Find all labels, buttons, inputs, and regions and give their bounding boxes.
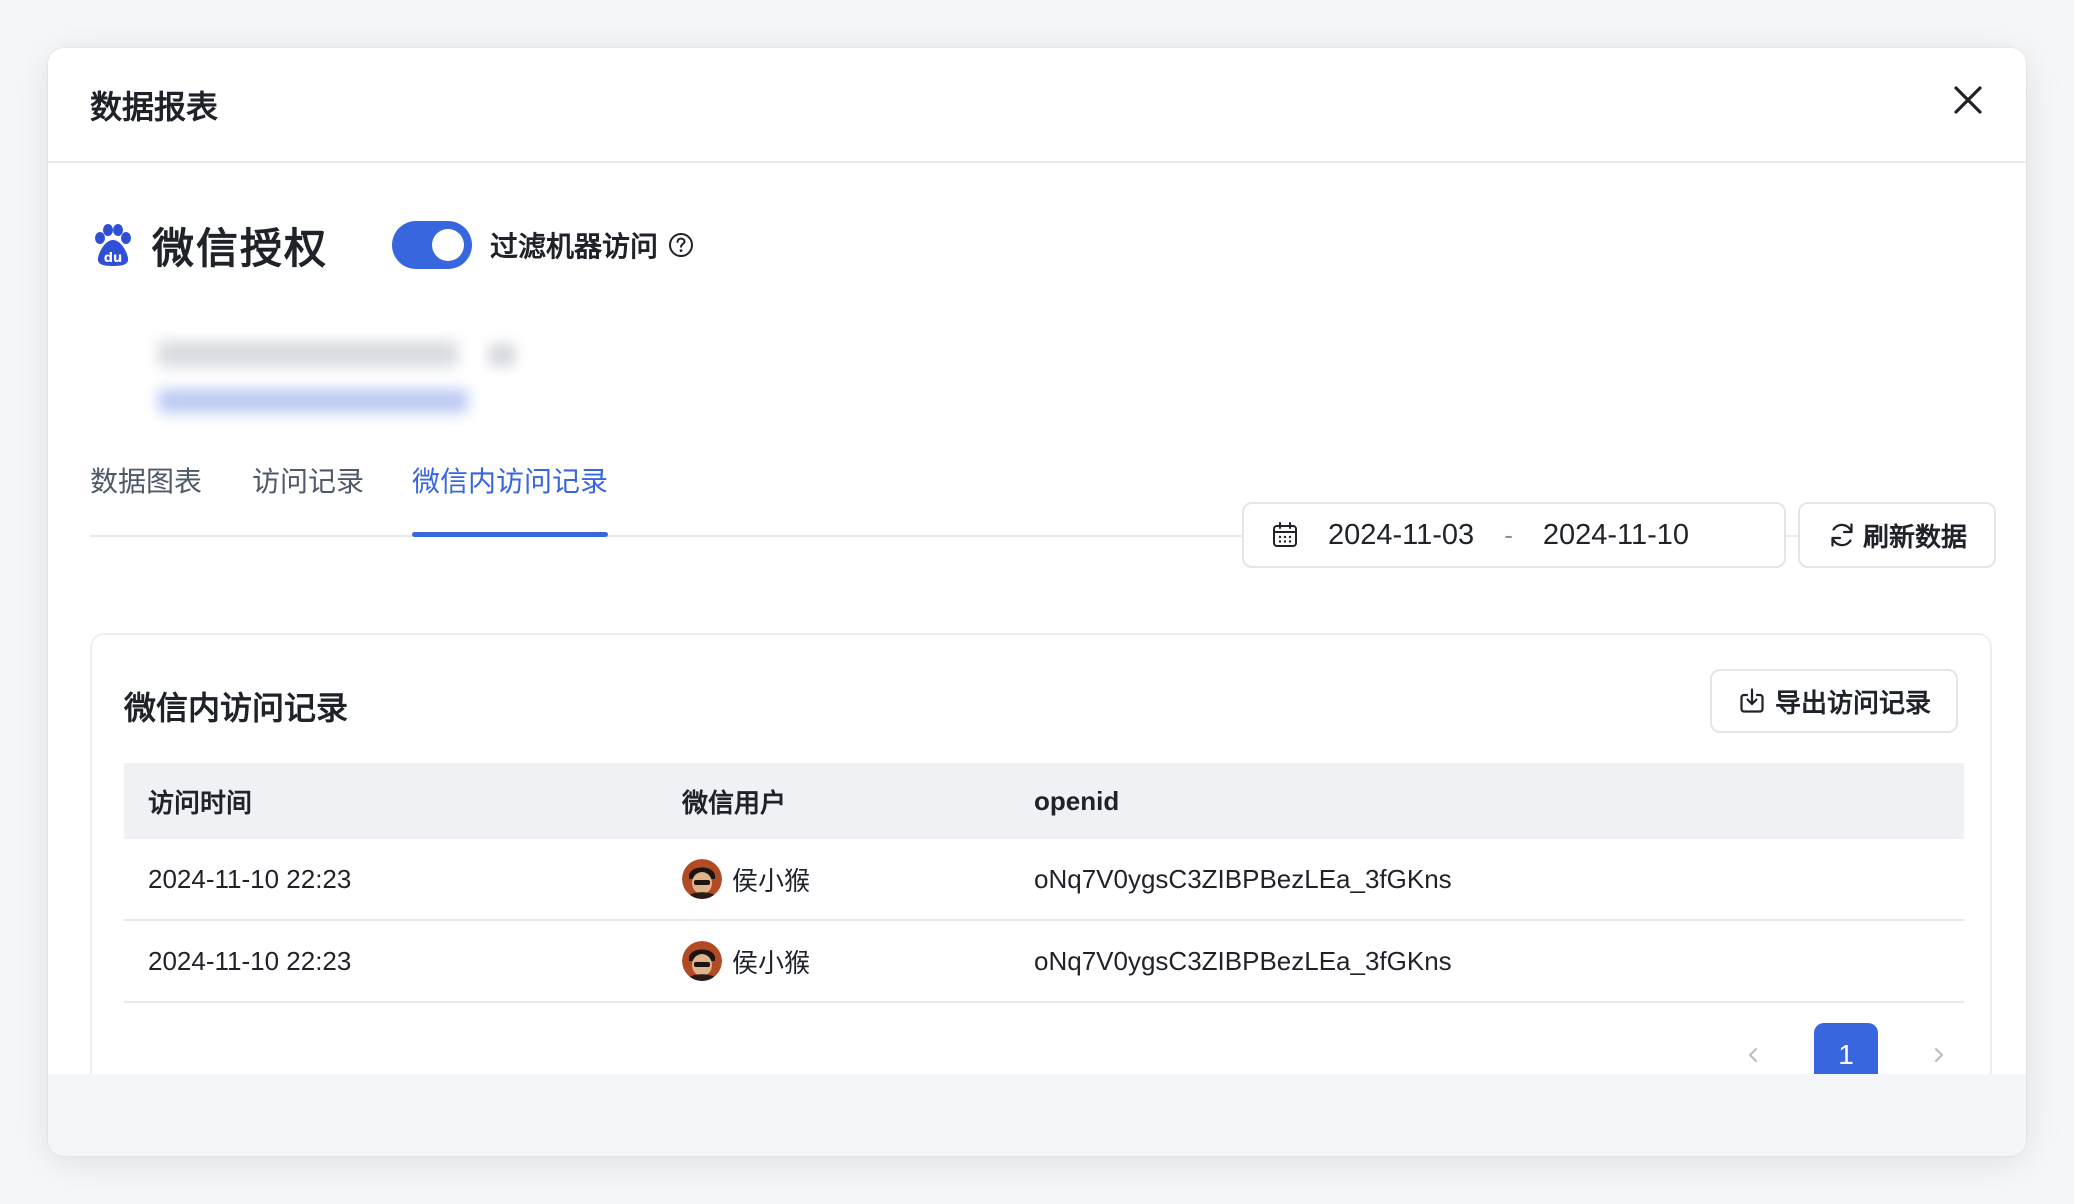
date-start[interactable]: 2024-11-03 [1328, 519, 1474, 552]
prev-page-button[interactable] [1734, 1035, 1774, 1075]
tab-label: 数据图表 [90, 466, 203, 497]
help-icon[interactable] [668, 232, 694, 258]
openid-cell: oNq7V0ygsC3ZIBPBezLEa_3fGKns [1034, 945, 1452, 976]
tab-label: 微信内访问记录 [412, 466, 609, 497]
close-icon [1954, 86, 1982, 114]
refresh-icon [1831, 523, 1853, 547]
date-separator: - [1504, 519, 1513, 550]
app-name: 微信授权 [152, 224, 329, 272]
refresh-data-button[interactable]: 刷新数据 [1798, 502, 1996, 568]
visit-time-cell: 2024-11-10 22:23 [148, 945, 352, 976]
active-tab-indicator [412, 532, 609, 537]
avatar [682, 941, 722, 981]
table-header: 访问时间 微信用户 openid [124, 763, 1964, 839]
visit-records-table: 访问时间 微信用户 openid 2024-11-10 22:23 侯小猴 oN… [124, 763, 1964, 1003]
filter-bot-toggle[interactable] [392, 221, 473, 269]
table-row: 2024-11-10 22:23 侯小猴 oNq7V0ygsC3ZIBPBezL… [124, 921, 1964, 1003]
column-header-wechat-user: 微信用户 [682, 787, 787, 818]
wechat-user-name: 侯小猴 [732, 865, 811, 896]
calendar-icon [1273, 522, 1297, 547]
tab-wechat-visit-records[interactable]: 微信内访问记录 [412, 463, 609, 537]
modal-content: du 微信授权 过滤机器访问 数据图表 访问记录 微信内访问记录 2024-11… [48, 163, 2026, 1156]
download-icon [1740, 688, 1764, 713]
modal-footer-area [48, 1074, 2026, 1156]
date-range-picker[interactable]: 2024-11-03 - 2024-11-10 [1242, 502, 1786, 568]
baidu-paw-icon: du [95, 224, 131, 266]
blurred-app-link [158, 389, 468, 413]
chevron-left-icon [1749, 1048, 1757, 1062]
svg-text:du: du [104, 251, 123, 266]
blurred-copy-icon [488, 343, 516, 367]
export-visit-records-label: 导出访问记录 [1774, 687, 1931, 718]
close-button[interactable] [1946, 78, 1990, 122]
wechat-user-name: 侯小猴 [732, 947, 811, 978]
card-title: 微信内访问记录 [124, 690, 349, 726]
column-header-visit-time: 访问时间 [148, 787, 253, 818]
avatar [682, 859, 722, 899]
tab-visit-records[interactable]: 访问记录 [252, 463, 364, 535]
tab-data-chart[interactable]: 数据图表 [90, 463, 202, 535]
filter-bot-label: 过滤机器访问 [490, 231, 659, 262]
wechat-user-cell: 侯小猴 [682, 859, 810, 899]
table-row: 2024-11-10 22:23 侯小猴 oNq7V0ygsC3ZIBPBezL… [124, 839, 1964, 921]
data-report-modal: 数据报表 du 微信授权 过滤机器访问 数据图表 访问记录 微信内访问记录 20… [48, 48, 2026, 1156]
toggle-knob [432, 229, 465, 261]
wechat-visit-card: 微信内访问记录 导出访问记录 访问时间 微信用户 openid 2024-11-… [90, 633, 1992, 1105]
app-info-row: du 微信授权 过滤机器访问 [90, 215, 694, 275]
openid-cell: oNq7V0ygsC3ZIBPBezLEa_3fGKns [1034, 863, 1452, 894]
blurred-app-id [158, 341, 458, 367]
next-page-button[interactable] [1918, 1035, 1958, 1075]
date-end[interactable]: 2024-11-10 [1543, 519, 1689, 552]
tab-label: 访问记录 [252, 466, 365, 497]
modal-title: 数据报表 [90, 89, 219, 125]
wechat-user-cell: 侯小猴 [682, 941, 810, 981]
visit-time-cell: 2024-11-10 22:23 [148, 863, 352, 894]
column-header-openid: openid [1034, 785, 1120, 816]
refresh-data-label: 刷新数据 [1862, 521, 1967, 552]
chevron-right-icon [1935, 1048, 1943, 1062]
modal-header: 数据报表 [48, 48, 2026, 163]
export-visit-records-button[interactable]: 导出访问记录 [1710, 669, 1958, 733]
